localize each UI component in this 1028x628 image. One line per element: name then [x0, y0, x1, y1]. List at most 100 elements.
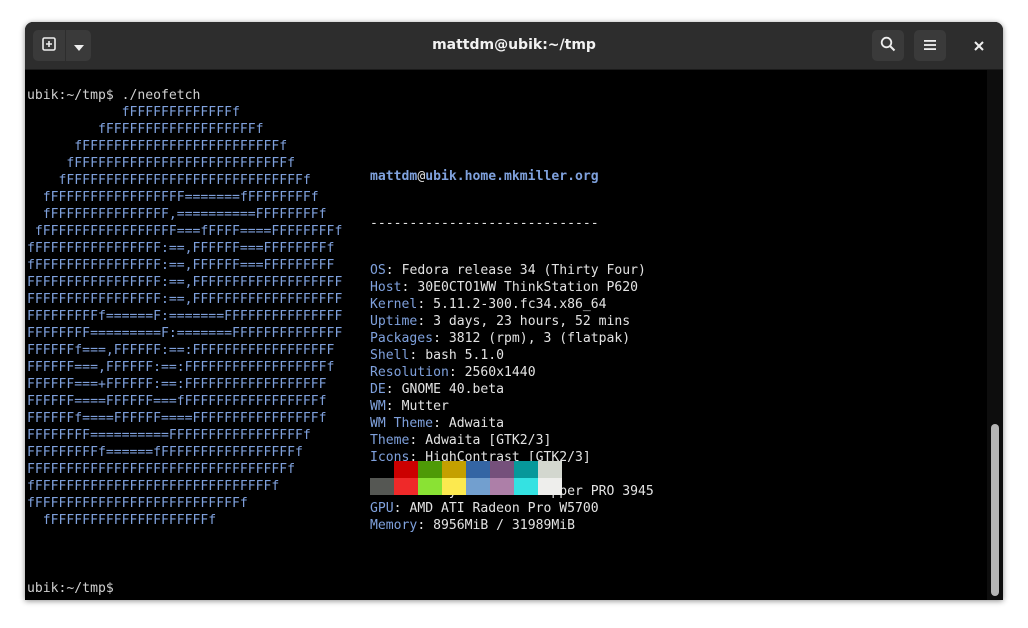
info-row: WM: Mutter: [370, 398, 654, 415]
info-key: Kernel: [370, 297, 418, 312]
logo-line: fFFFFFFFFFFFFFFFF:==,FFFFFF===FFFFFFFFf: [27, 241, 335, 256]
scrollbar[interactable]: [987, 70, 1003, 600]
chevron-down-icon: [73, 36, 84, 55]
info-value: bash 5.1.0: [425, 348, 505, 363]
color-swatch: [418, 478, 442, 495]
info-row: Uptime: 3 days, 23 hours, 52 mins: [370, 313, 654, 330]
color-swatch: [418, 461, 442, 478]
hamburger-menu-icon: [923, 36, 937, 55]
info-colon: :: [401, 280, 418, 295]
shell-prompt: ubik:~/tmp$: [27, 581, 122, 596]
logo-line: FFFFFFFFFFFFFFFFF:==,FFFFFFFFFFFFFFFFFFF: [27, 292, 343, 307]
close-button[interactable]: [963, 30, 994, 61]
system-info: mattdm@ubik.home.mkmiller.org ----------…: [370, 138, 654, 564]
logo-line: FFFFFFf===,FFFFFF:==:FFFFFFFFFFFFFFFFFF: [27, 343, 335, 358]
info-key: DE: [370, 382, 386, 397]
info-colon: :: [409, 433, 426, 448]
window-title: mattdm@ubik:~/tmp: [432, 37, 596, 53]
color-swatch: [442, 461, 466, 478]
new-tab-icon: [41, 36, 57, 56]
color-swatch: [538, 461, 562, 478]
info-value: 5.11.2-300.fc34.x86_64: [433, 297, 607, 312]
info-value: Mutter: [401, 399, 449, 414]
command-line: ubik:~/tmp$ ./neofetch: [27, 88, 201, 103]
color-swatch: [394, 461, 418, 478]
info-key: WM Theme: [370, 416, 434, 431]
info-colon: :: [448, 365, 465, 380]
info-colon: :: [385, 382, 402, 397]
host-name: ubik.home.mkmiller.org: [425, 169, 599, 184]
info-colon: :: [385, 399, 402, 414]
info-value: 3 days, 23 hours, 52 mins: [433, 314, 631, 329]
logo-line: fFFFFFFFFFFFFFFFFF=======fFFFFFFFFf: [27, 190, 319, 205]
logo-line: FFFFFFFFFFFFFFFFFFFFFFFFFFFFFFFFFf: [27, 462, 296, 477]
logo-line: fFFFFFFFFFFFFFFFFFFFFFFFFFf: [27, 139, 288, 154]
logo-line: FFFFFF====FFFFFF===fFFFFFFFFFFFFFFFFFf: [27, 394, 327, 409]
info-value: GNOME 40.beta: [401, 382, 505, 397]
color-swatch: [466, 478, 490, 495]
info-key: Resolution: [370, 365, 449, 380]
logo-line: FFFFFFFF=========F:=======FFFFFFFFFFFFFF: [27, 326, 343, 341]
user-name: mattdm: [370, 169, 418, 184]
scrollbar-thumb[interactable]: [991, 424, 999, 596]
info-row: Host: 30E0CTO1WW ThinkStation P620: [370, 279, 654, 296]
info-row: GPU: AMD ATI Radeon Pro W5700: [370, 500, 654, 517]
info-key: Host: [370, 280, 402, 295]
info-key: Shell: [370, 348, 410, 363]
user-host-line: mattdm@ubik.home.mkmiller.org: [370, 168, 654, 185]
logo-line: fFFFFFFFFFFFFFf: [27, 105, 240, 120]
info-colon: :: [433, 416, 449, 431]
color-swatch: [370, 478, 394, 495]
info-colon: :: [385, 263, 402, 278]
info-colon: :: [409, 348, 426, 363]
info-value: 3812 (rpm), 3 (flatpak): [448, 331, 631, 346]
search-button[interactable]: [872, 30, 904, 61]
logo-line: fFFFFFFFFFFFFFFF,==========FFFFFFFFf: [27, 207, 327, 222]
color-swatch: [466, 461, 490, 478]
new-tab-button[interactable]: [33, 30, 65, 61]
color-swatch: [442, 478, 466, 495]
search-icon: [880, 36, 896, 56]
info-key: OS: [370, 263, 386, 278]
info-value: Fedora release 34 (Thirty Four): [401, 263, 646, 278]
info-row: OS: Fedora release 34 (Thirty Four): [370, 262, 654, 279]
info-row: Memory: 8956MiB / 31989MiB: [370, 517, 654, 534]
logo-line: FFFFFF===,FFFFFF:==:FFFFFFFFFFFFFFFFFFf: [27, 360, 335, 375]
info-colon: :: [417, 518, 434, 533]
logo-line: FFFFFFFFFFFFFFFFF:==,FFFFFFFFFFFFFFFFFFF: [27, 275, 343, 290]
logo-line: FFFFFFf====FFFFFF====FFFFFFFFFFFFFFFFf: [27, 411, 327, 426]
logo-line: fFFFFFFFFFFFFFFFFFFFFFFFFFFFFFFf: [27, 173, 311, 188]
terminal-window: mattdm@ubik:~/tmp ubik:~/tmp$ ./neofetch…: [25, 22, 1003, 600]
info-value: 30E0CTO1WW ThinkStation P620: [417, 280, 639, 295]
color-swatch: [370, 461, 394, 478]
info-colon: :: [417, 297, 434, 312]
info-key: Theme: [370, 433, 410, 448]
color-swatch: [514, 478, 538, 495]
color-swatch: [538, 478, 562, 495]
color-swatch: [490, 478, 514, 495]
info-value: AMD ATI Radeon Pro W5700: [409, 501, 599, 516]
tab-menu-button[interactable]: [66, 30, 91, 61]
logo-line: FFFFFFFFFf======fFFFFFFFFFFFFFFFFFf: [27, 445, 303, 460]
new-tab-split-button: [33, 30, 91, 61]
info-row: Packages: 3812 (rpm), 3 (flatpak): [370, 330, 654, 347]
logo-line: fFFFFFFFFFFFFFFFFFFFFFFFFFFFFFFf: [27, 479, 280, 494]
info-row: Resolution: 2560x1440: [370, 364, 654, 381]
info-key: WM: [370, 399, 386, 414]
info-key: Packages: [370, 331, 434, 346]
info-value: 8956MiB / 31989MiB: [433, 518, 575, 533]
logo-line: fFFFFFFFFFFFFFFFFF===fFFFF====FFFFFFFFf: [27, 224, 343, 239]
info-colon: :: [433, 331, 449, 346]
terminal-content[interactable]: ubik:~/tmp$ ./neofetch fFFFFFFFFFFFFFf f…: [25, 70, 987, 600]
info-row: DE: GNOME 40.beta: [370, 381, 654, 398]
info-key: GPU: [370, 501, 394, 516]
info-colon: :: [393, 501, 410, 516]
menu-button[interactable]: [914, 30, 946, 61]
info-row: Shell: bash 5.1.0: [370, 347, 654, 364]
close-icon: [973, 36, 984, 55]
logo-line: FFFFFFFFFf======F:=======FFFFFFFFFFFFFFF: [27, 309, 343, 324]
color-palette: [370, 461, 562, 495]
color-swatch: [490, 461, 514, 478]
info-value: 2560x1440: [464, 365, 536, 380]
info-row: WM Theme: Adwaita: [370, 415, 654, 432]
